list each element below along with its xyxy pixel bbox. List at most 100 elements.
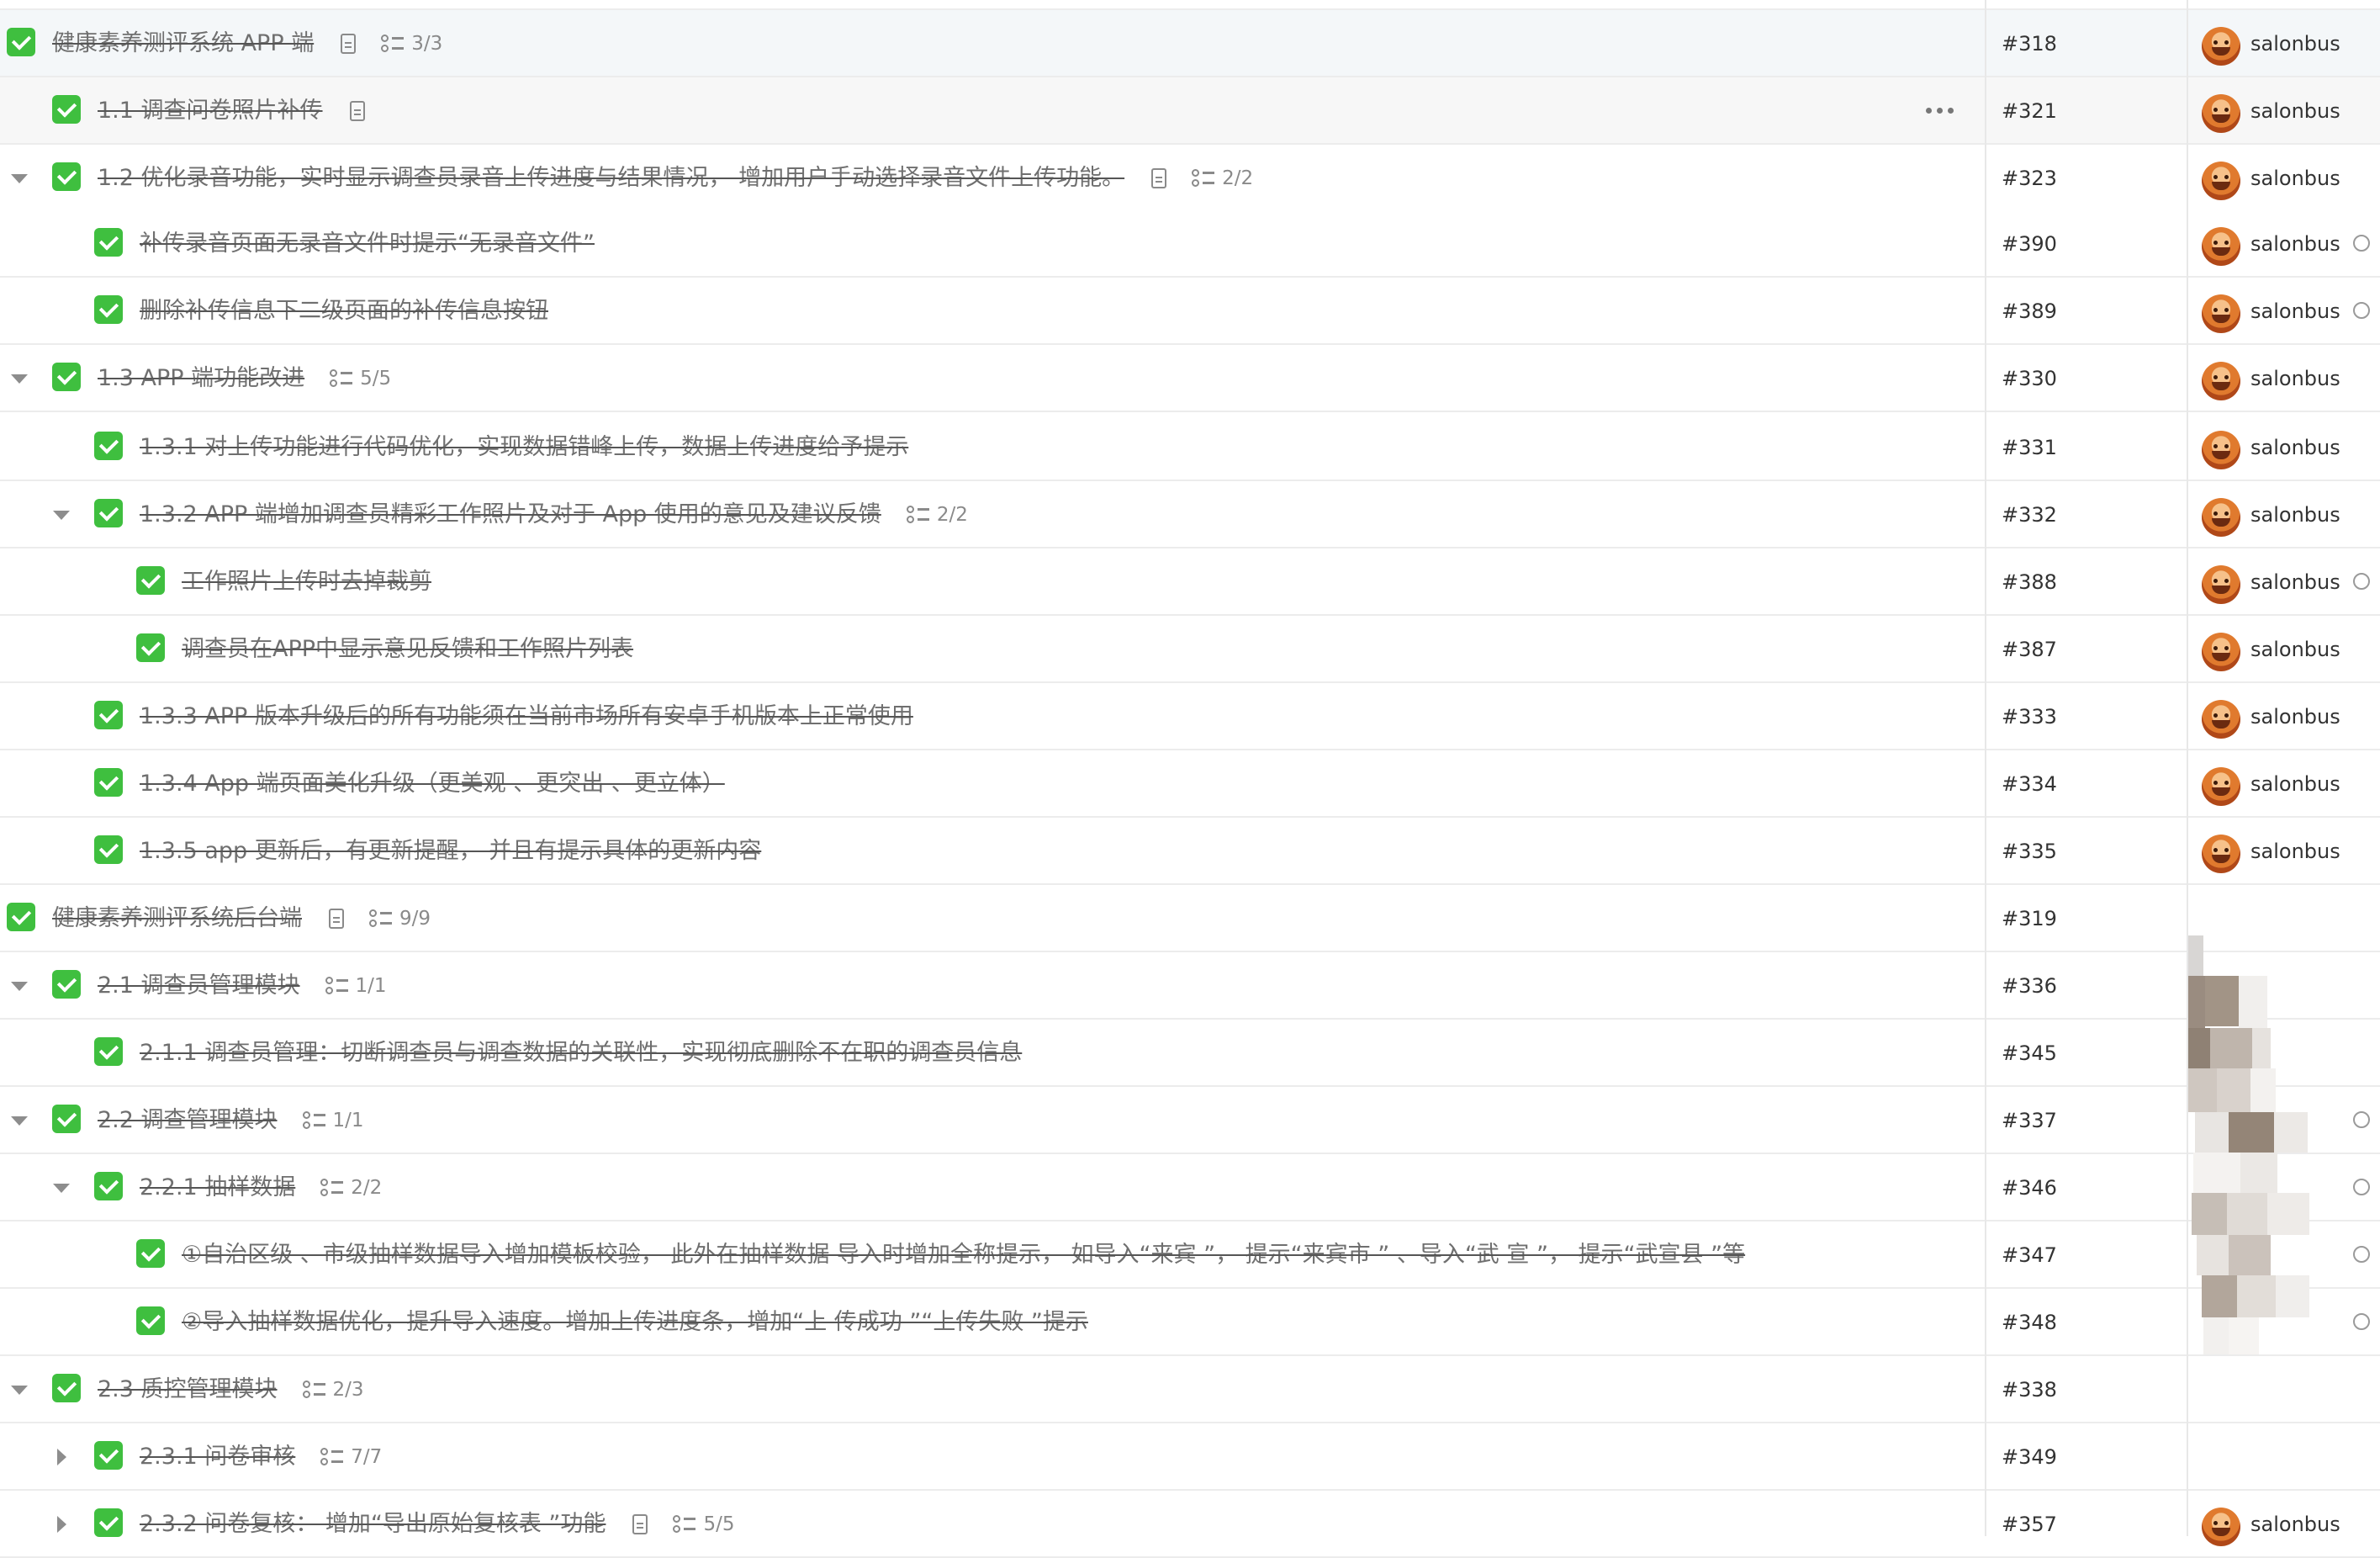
task-title[interactable]: 1.3 APP 端功能改进 [98,345,304,412]
collapse-caret-icon[interactable] [49,1175,74,1200]
owner-name[interactable]: salonbus [2250,548,2340,616]
collapse-caret-icon[interactable] [49,502,74,527]
owner-name[interactable]: salonbus [2250,750,2340,818]
owner-name[interactable]: salonbus [2250,414,2340,481]
task-title[interactable]: 补传录音页面无录音文件时提示“无录音文件” [140,210,595,278]
owner-name[interactable]: salonbus [2250,77,2340,145]
owner-name[interactable]: salonbus [2250,210,2340,278]
done-checkbox[interactable] [7,28,35,56]
task-row[interactable]: 1.3.5 app 更新后，有更新提醒， 并且有提示具体的更新内容 #335 sal… [0,818,2380,885]
collapse-caret-icon[interactable] [7,366,32,391]
task-title[interactable]: 1.3.1 对上传功能进行代码优化，实现数据错峰上传，数据上传进度给予提示 [140,414,908,481]
avatar[interactable] [2202,835,2240,873]
avatar[interactable] [2202,767,2240,806]
task-row[interactable]: 补传录音页面无录音文件时提示“无录音文件” #390 salonbus [0,210,2380,278]
done-checkbox[interactable] [52,95,81,124]
task-row[interactable]: 调查员在APP中显示意见反馈和工作照片列表 #387 salonbus [0,616,2380,683]
task-row[interactable]: 1.3 APP 端功能改进 5/5 #330 salonbus [0,345,2380,412]
task-title[interactable]: 1.2 优化录音功能，实时显示调查员录音上传进度与结果情况， 增加用户手动选择录… [98,145,1124,212]
done-checkbox[interactable] [136,1306,165,1335]
done-checkbox[interactable] [94,768,123,797]
done-checkbox[interactable] [94,1508,123,1537]
collapse-caret-icon[interactable] [7,1377,32,1402]
task-row[interactable]: 2.2 调查管理模块 1/1 #337 [0,1087,2380,1154]
owner-name[interactable]: salonbus [2250,145,2340,212]
avatar[interactable] [2202,633,2240,671]
task-title[interactable]: 工作照片上传时去掉裁剪 [182,548,431,616]
done-checkbox[interactable] [94,432,123,460]
task-title[interactable]: 2.1 调查员管理模块 [98,952,300,1020]
owner-name[interactable]: salonbus [2250,683,2340,750]
status-circle-icon[interactable] [2353,1179,2370,1195]
document-icon[interactable] [341,34,357,54]
status-circle-icon[interactable] [2353,573,2370,590]
expand-caret-icon[interactable] [49,1512,74,1537]
task-row[interactable]: 1.2 优化录音功能，实时显示调查员录音上传进度与结果情况， 增加用户手动选择录… [0,145,2380,212]
collapse-caret-icon[interactable] [7,166,32,191]
task-title[interactable]: 2.3.1 问卷审核 [140,1423,295,1491]
task-row[interactable]: 健康素养测评系统后台端 9/9 #319 [0,885,2380,952]
task-row[interactable]: 2.3.1 问卷审核 7/7 #349 [0,1423,2380,1491]
task-title[interactable]: 2.2 调查管理模块 [98,1087,278,1154]
done-checkbox[interactable] [94,835,123,864]
avatar[interactable] [2202,27,2240,66]
collapse-caret-icon[interactable] [7,973,32,999]
task-title[interactable]: 2.3.2 问卷复核： 增加“导出原始复核表 ”功能 [140,1491,606,1558]
status-circle-icon[interactable] [2353,1111,2370,1128]
task-row[interactable]: 工作照片上传时去掉裁剪 #388 salonbus [0,548,2380,616]
avatar[interactable] [2202,362,2240,400]
task-title[interactable]: 1.3.4 App 端页面美化升级（更美观 、更突出 、更立体） [140,750,725,818]
done-checkbox[interactable] [136,566,165,595]
owner-name[interactable]: salonbus [2250,481,2340,548]
owner-name[interactable]: salonbus [2250,616,2340,683]
status-circle-icon[interactable] [2353,1246,2370,1263]
task-row[interactable]: 2.3 质控管理模块 2/3 #338 [0,1356,2380,1423]
done-checkbox[interactable] [52,1105,81,1133]
task-title[interactable]: 健康素养测评系统 APP 端 [52,10,314,77]
document-icon[interactable] [632,1514,648,1534]
avatar[interactable] [2202,1508,2240,1546]
task-title[interactable]: 1.1 调查问卷照片补传 [98,77,323,145]
task-row[interactable]: 2.3.2 问卷复核： 增加“导出原始复核表 ”功能 5/5 #357 salonbu… [0,1491,2380,1558]
owner-name[interactable]: salonbus [2250,345,2340,412]
task-row[interactable]: ①自治区级 、市级抽样数据导入增加模板校验， 此外在抽样数据 导入时增加全称提示… [0,1221,2380,1289]
done-checkbox[interactable] [7,903,35,931]
done-checkbox[interactable] [94,701,123,729]
more-actions-icon[interactable] [1926,108,1954,114]
avatar[interactable] [2202,94,2240,133]
document-icon[interactable] [349,101,365,121]
done-checkbox[interactable] [136,633,165,662]
done-checkbox[interactable] [94,1037,123,1066]
task-row[interactable]: 2.1.1 调查员管理：切断调查员与调查数据的关联性，实现彻底删除不在职的调查员… [0,1020,2380,1087]
owner-name[interactable]: salonbus [2250,818,2340,885]
task-row[interactable]: 2.1 调查员管理模块 1/1 #336 [0,952,2380,1020]
owner-name[interactable]: salonbus [2250,278,2340,345]
task-row[interactable]: 1.3.4 App 端页面美化升级（更美观 、更突出 、更立体） #334 salo… [0,750,2380,818]
avatar[interactable] [2202,227,2240,266]
done-checkbox[interactable] [52,363,81,391]
task-title[interactable]: 1.3.2 APP 端增加调查员精彩工作照片及对于 App 使用的意见及建议反馈 [140,481,881,548]
task-row[interactable]: 2.2.1 抽样数据 2/2 #346 [0,1154,2380,1221]
task-row[interactable]: ②导入抽样数据优化，提升导入速度。增加上传进度条，增加“上 传成功 ”“上传失败… [0,1289,2380,1356]
collapse-caret-icon[interactable] [7,1108,32,1133]
status-circle-icon[interactable] [2353,235,2370,252]
done-checkbox[interactable] [94,228,123,257]
expand-caret-icon[interactable] [49,1444,74,1470]
done-checkbox[interactable] [52,970,81,999]
task-row[interactable]: 1.1 调查问卷照片补传 #321 salonbus [0,77,2380,145]
done-checkbox[interactable] [136,1239,165,1268]
done-checkbox[interactable] [94,295,123,324]
task-row[interactable]: 1.3.3 APP 版本升级后的所有功能须在当前市场所有安卓手机版本上正常使用 #… [0,683,2380,750]
done-checkbox[interactable] [52,162,81,191]
owner-name[interactable]: salonbus [2250,10,2340,77]
avatar[interactable] [2202,294,2240,333]
avatar[interactable] [2202,700,2240,739]
task-title[interactable]: 1.3.5 app 更新后，有更新提醒， 并且有提示具体的更新内容 [140,818,761,885]
task-title[interactable]: 2.1.1 调查员管理：切断调查员与调查数据的关联性，实现彻底删除不在职的调查员… [140,1020,1022,1087]
task-title[interactable]: 2.2.1 抽样数据 [140,1154,295,1221]
document-icon[interactable] [329,909,344,929]
avatar[interactable] [2202,431,2240,469]
task-row[interactable]: 删除补传信息下二级页面的补传信息按钮 #389 salonbus [0,278,2380,345]
done-checkbox[interactable] [94,1441,123,1470]
task-row[interactable]: 1.3.1 对上传功能进行代码优化，实现数据错峰上传，数据上传进度给予提示 #33… [0,414,2380,481]
